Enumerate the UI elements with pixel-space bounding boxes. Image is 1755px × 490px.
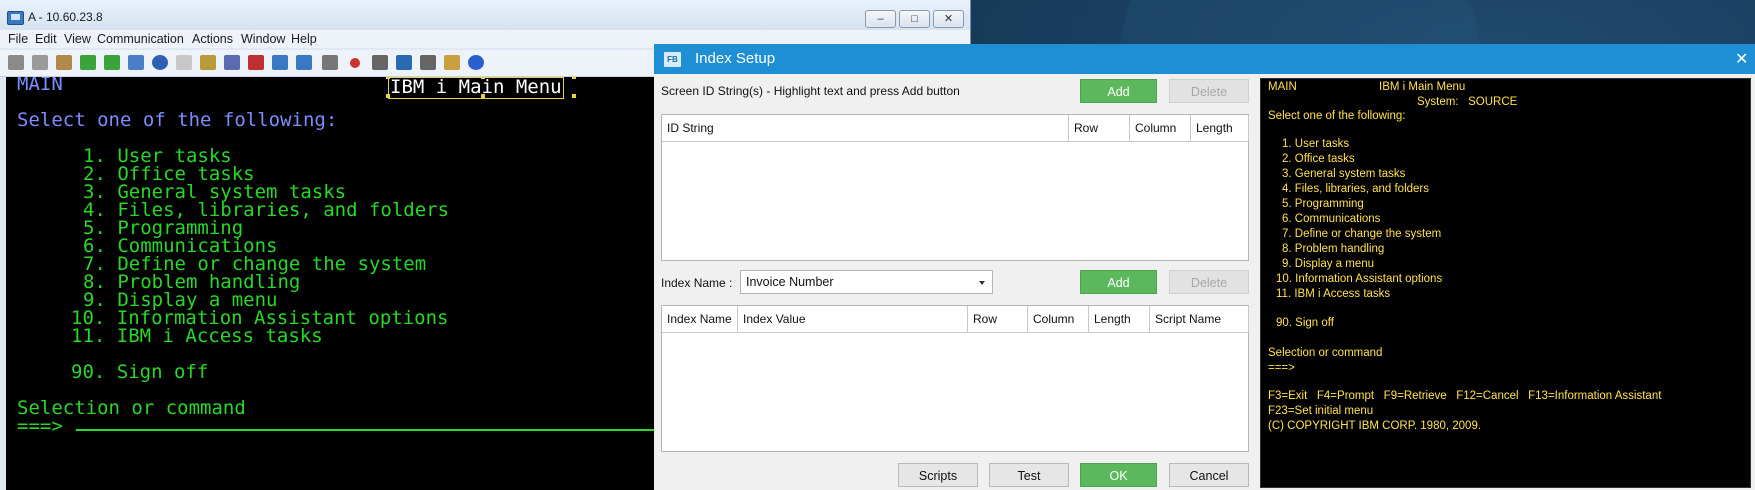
record-icon[interactable] <box>350 58 360 68</box>
preview-option: 11. IBM i Access tasks <box>1276 288 1391 300</box>
copy-icon[interactable] <box>8 55 24 70</box>
notes-icon[interactable] <box>176 55 192 70</box>
selection-handle[interactable] <box>386 77 390 79</box>
menu-help[interactable]: Help <box>291 32 317 46</box>
preview-cursor: ===> <box>1268 362 1295 374</box>
selection-handle[interactable] <box>386 94 390 98</box>
menu-communication[interactable]: Communication <box>97 32 184 46</box>
maximize-button[interactable]: □ <box>899 10 930 28</box>
stop-icon[interactable] <box>372 55 388 70</box>
close-button[interactable]: ✕ <box>933 10 964 28</box>
preview-copyright: (C) COPYRIGHT IBM CORP. 1980, 2009. <box>1268 420 1482 432</box>
pause-icon[interactable] <box>420 55 436 70</box>
column-column[interactable]: Column <box>1028 306 1089 332</box>
preview-option: 1. User tasks <box>1282 138 1350 150</box>
preview-function-keys: F3=Exit F4=Prompt F9=Retrieve F12=Cancel… <box>1268 390 1662 402</box>
menu-file[interactable]: File <box>8 32 28 46</box>
preview-signoff: 90. Sign off <box>1276 317 1334 329</box>
play-icon[interactable] <box>396 55 412 70</box>
menu-view[interactable]: View <box>64 32 91 46</box>
preview-option: 9. Display a menu <box>1282 258 1375 270</box>
send-file-icon[interactable] <box>80 55 96 70</box>
preview-system: System: SOURCE <box>1417 96 1518 108</box>
print-icon[interactable] <box>128 55 144 70</box>
preview-option: 3. General system tasks <box>1282 168 1406 180</box>
grid-header: Index Name Index Value Row Column Length… <box>662 306 1249 333</box>
receive-file-icon[interactable] <box>104 55 120 70</box>
screen-id-label: Screen ID String(s) - Highlight text and… <box>661 84 960 98</box>
index-name-label: Index Name : <box>661 276 733 290</box>
keyboard-icon[interactable] <box>296 55 312 70</box>
column-length[interactable]: Length <box>1089 306 1150 332</box>
selected-screen-title[interactable]: IBM i Main Menu <box>388 77 564 99</box>
column-column[interactable]: Column <box>1130 115 1191 141</box>
preview-function-keys-2: F23=Set initial menu <box>1268 405 1374 417</box>
selection-handle[interactable] <box>481 94 485 98</box>
delete-screen-id-button[interactable]: Delete <box>1169 79 1249 103</box>
dialog-titlebar[interactable]: FB Index Setup ✕ <box>654 44 1755 74</box>
test-button[interactable]: Test <box>989 463 1069 487</box>
column-script-name[interactable]: Script Name <box>1150 306 1249 332</box>
copy-append-icon[interactable] <box>32 55 48 70</box>
cancel-button[interactable]: Cancel <box>1169 463 1249 487</box>
grid-header: ID String Row Column Length <box>662 115 1249 142</box>
preview-option: 6. Communications <box>1282 213 1381 225</box>
paste-icon[interactable] <box>56 55 72 70</box>
close-icon[interactable]: ✕ <box>1735 49 1748 69</box>
emulator-app-icon <box>7 11 24 25</box>
keypad-icon[interactable] <box>224 55 240 70</box>
screen-preview[interactable]: MAIN IBM i Main Menu System: SOURCE Sele… <box>1260 78 1751 488</box>
ok-button[interactable]: OK <box>1080 463 1157 487</box>
column-index-name[interactable]: Index Name <box>662 306 738 332</box>
column-index-value[interactable]: Index Value <box>738 306 968 332</box>
calendar-icon[interactable] <box>322 55 338 70</box>
preview-option: 2. Office tasks <box>1282 153 1355 165</box>
preview-prompt: Select one of the following: <box>1268 110 1406 122</box>
menu-actions[interactable]: Actions <box>192 32 233 46</box>
preview-selection: Selection or command <box>1268 347 1383 359</box>
preview-option: 5. Programming <box>1282 198 1364 210</box>
script-icon[interactable] <box>444 55 460 70</box>
emulator-titlebar[interactable]: A - 10.60.23.8 – □ ✕ <box>0 0 970 34</box>
preview-title: IBM i Main Menu <box>1379 81 1466 93</box>
scripts-button[interactable]: Scripts <box>898 463 978 487</box>
preview-option: 4. Files, libraries, and folders <box>1282 183 1430 195</box>
selection-handle[interactable] <box>481 77 485 79</box>
index-name-dropdown[interactable]: Invoice Number <box>740 270 993 294</box>
menu-window[interactable]: Window <box>241 32 285 46</box>
display-icon[interactable] <box>272 55 288 70</box>
fb-logo-icon: FB <box>664 52 681 67</box>
add-index-button[interactable]: Add <box>1080 270 1157 294</box>
index-name-value: Invoice Number <box>746 275 834 289</box>
preview-main: MAIN <box>1268 81 1297 93</box>
emulator-title: A - 10.60.23.8 <box>28 10 103 24</box>
column-length[interactable]: Length <box>1191 115 1249 141</box>
macro-icon[interactable] <box>200 55 216 70</box>
screen-main-label: MAIN <box>17 77 63 95</box>
screen-option: 11. IBM i Access tasks <box>71 325 323 347</box>
dialog-title: Index Setup <box>695 50 776 67</box>
index-setup-dialog: FB Index Setup ✕ Screen ID String(s) - H… <box>654 44 1755 490</box>
screen-id-grid[interactable]: ID String Row Column Length <box>661 114 1249 261</box>
preview-option: 8. Problem handling <box>1282 243 1385 255</box>
selection-handle[interactable] <box>572 94 576 98</box>
minimize-button[interactable]: – <box>865 10 896 28</box>
preview-option: 10. Information Assistant options <box>1276 273 1443 285</box>
screen-command-prompt: ===> <box>17 415 63 437</box>
selection-handle[interactable] <box>572 77 576 79</box>
column-row[interactable]: Row <box>1069 115 1130 141</box>
settings-icon[interactable] <box>248 55 264 70</box>
preview-option: 7. Define or change the system <box>1282 228 1442 240</box>
column-row[interactable]: Row <box>968 306 1028 332</box>
help-icon[interactable] <box>468 55 484 70</box>
index-grid[interactable]: Index Name Index Value Row Column Length… <box>661 305 1249 452</box>
screen-prompt: Select one of the following: <box>17 109 338 131</box>
delete-index-button[interactable]: Delete <box>1169 270 1249 294</box>
column-id-string[interactable]: ID String <box>662 115 1069 141</box>
chevron-down-icon <box>979 281 985 285</box>
add-screen-id-button[interactable]: Add <box>1080 79 1157 103</box>
menu-edit[interactable]: Edit <box>35 32 57 46</box>
navigate-icon[interactable] <box>152 55 168 70</box>
screen-signoff: 90. Sign off <box>71 361 209 383</box>
